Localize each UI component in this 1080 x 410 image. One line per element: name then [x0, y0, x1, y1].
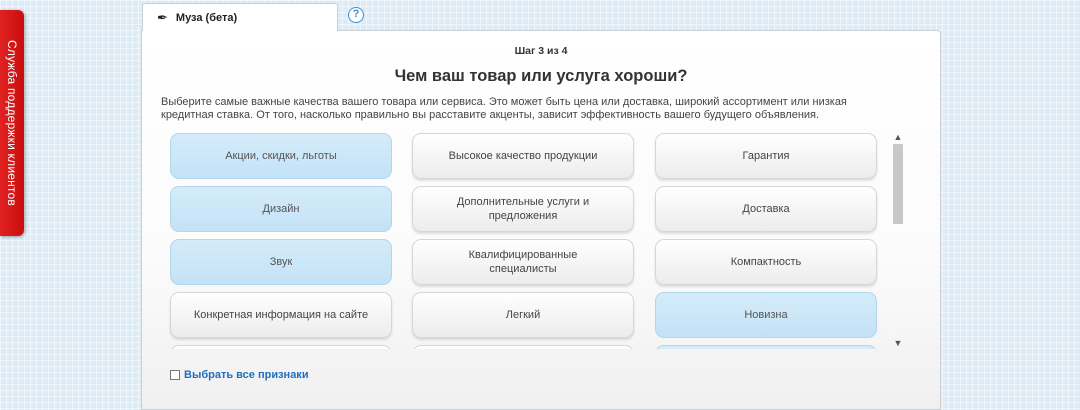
- help-icon[interactable]: ?: [348, 7, 364, 23]
- page-title: Чем ваш товар или услуга хороши?: [394, 67, 688, 85]
- option-button[interactable]: Легкий: [412, 292, 634, 338]
- option-button[interactable]: Компактность: [655, 239, 877, 285]
- option-button[interactable]: Конкретная информация на сайте: [170, 292, 392, 338]
- option-button[interactable]: Акции, скидки, льготы: [170, 133, 392, 179]
- option-button[interactable]: Высокое качество продукции: [412, 133, 634, 179]
- step-indicator: Шаг 3 из 4: [514, 45, 568, 57]
- select-all-checkbox[interactable]: [170, 370, 180, 380]
- option-button[interactable]: Дизайн: [170, 186, 392, 232]
- scroll-down-arrow-icon[interactable]: ▼: [891, 337, 905, 349]
- wizard-panel: Шаг 3 из 4 Чем ваш товар или услуга хоро…: [141, 30, 941, 410]
- feather-icon: ✒: [157, 9, 168, 25]
- customer-support-label: Служба поддержки клиентов: [5, 40, 19, 206]
- option-button-partial[interactable]: [170, 345, 392, 349]
- page-description: Выберите самые важные качества вашего то…: [161, 96, 847, 121]
- option-button[interactable]: Дополнительные услуги и предложения: [412, 186, 634, 232]
- option-button[interactable]: Звук: [170, 239, 392, 285]
- option-button[interactable]: Новизна: [655, 292, 877, 338]
- scroll-thumb[interactable]: [893, 144, 903, 224]
- tab-muza-label: Муза (бета): [175, 11, 238, 24]
- select-all-toggle[interactable]: Выбрать все признаки: [170, 369, 309, 381]
- option-button[interactable]: Квалифицированные специалисты: [412, 239, 634, 285]
- scroll-up-arrow-icon[interactable]: ▲: [891, 131, 905, 143]
- select-all-label[interactable]: Выбрать все признаки: [184, 369, 309, 381]
- option-button-partial[interactable]: [412, 345, 634, 349]
- tab-muza[interactable]: ✒ Муза (бета): [142, 3, 338, 31]
- option-button[interactable]: Доставка: [655, 186, 877, 232]
- option-button[interactable]: Гарантия: [655, 133, 877, 179]
- options-grid: Акции, скидки, льготы Высокое качество п…: [161, 131, 905, 349]
- option-button-partial[interactable]: [655, 345, 877, 349]
- options-scrollbar[interactable]: ▲ ▼: [891, 131, 905, 349]
- customer-support-tab[interactable]: Служба поддержки клиентов: [0, 10, 24, 236]
